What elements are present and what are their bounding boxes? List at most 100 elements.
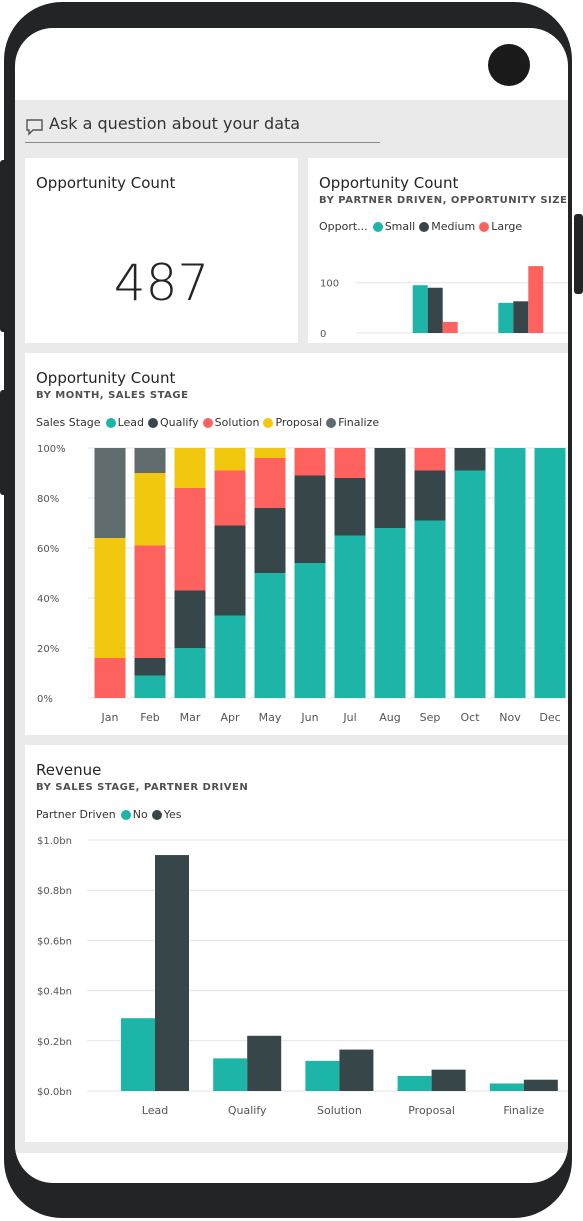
- x-tick-label: Nov: [499, 711, 521, 724]
- y-tick-label: $0.8bn: [37, 886, 72, 897]
- bar-qualify-mar: [174, 590, 206, 648]
- bar-medium-yes: [513, 301, 529, 333]
- partner-subtitle: BY PARTNER DRIVEN, OPPORTUNITY SIZE: [319, 195, 568, 206]
- legend-item-small[interactable]: Small: [372, 220, 415, 233]
- bar-lead-dec: [534, 448, 566, 698]
- bar-proposal-jan: [94, 538, 126, 658]
- dashboard-canvas: Ask a question about your data Opportuni…: [15, 100, 568, 1153]
- partner-chart: 0 100 No Yes: [320, 266, 568, 343]
- bar-qualify-sep: [414, 470, 446, 521]
- bar-proposal-feb: [134, 473, 166, 546]
- month-title: Opportunity Count: [36, 369, 176, 387]
- revenue-legend-title: Partner Driven: [36, 808, 116, 821]
- bar-solution-jun: [294, 448, 326, 476]
- bar-qualify-may: [254, 508, 286, 573]
- x-tick-label: Oct: [460, 711, 480, 724]
- x-tick-label: Jan: [101, 711, 119, 724]
- x-tick-label: Lead: [142, 1104, 168, 1117]
- bar-yes-proposal: [431, 1069, 466, 1091]
- x-tick-label: Jul: [342, 711, 356, 724]
- legend-item-proposal[interactable]: Proposal: [263, 416, 322, 429]
- partner-tile[interactable]: Opportunity Count BY PARTNER DRIVEN, OPP…: [308, 158, 568, 343]
- x-tick-label: Apr: [220, 711, 240, 724]
- camera-icon: [488, 44, 530, 86]
- x-tick-label: Qualify: [228, 1104, 267, 1117]
- legend-item-finalize[interactable]: Finalize: [326, 416, 379, 429]
- bar-solution-may: [254, 458, 286, 508]
- revenue-tile[interactable]: Revenue BY SALES STAGE, PARTNER DRIVEN P…: [25, 745, 568, 1142]
- bar-large-no: [442, 321, 458, 333]
- kpi-tile[interactable]: Opportunity Count 487: [25, 158, 298, 343]
- volume-down-button: [0, 390, 8, 495]
- bar-qualify-jul: [334, 478, 366, 536]
- x-tick-label: May: [259, 711, 282, 724]
- bar-solution-sep: [414, 448, 446, 471]
- bar-lead-apr: [214, 615, 246, 698]
- x-tick-label: Dec: [539, 711, 560, 724]
- bar-qualify-feb: [134, 658, 166, 676]
- y-tick-label: $0.0bn: [37, 1087, 72, 1098]
- bar-lead-mar: [174, 648, 206, 698]
- power-button: [574, 214, 583, 294]
- x-tick-label: No: [428, 341, 443, 343]
- bar-no-qualify: [213, 1058, 248, 1091]
- month-tile[interactable]: Opportunity Count BY MONTH, SALES STAGE …: [25, 353, 568, 735]
- bar-solution-apr: [214, 470, 246, 526]
- revenue-chart: $0.0bn $0.2bn $0.4bn $0.6bn $0.8bn $1.0bn Lead…: [37, 836, 568, 1117]
- x-tick-label: Sep: [420, 711, 441, 724]
- x-tick-label: Proposal: [408, 1104, 455, 1117]
- bar-medium-no: [427, 287, 443, 333]
- partner-legend-title: Opport...: [319, 220, 368, 233]
- chat-bubble-icon: [26, 119, 43, 136]
- legend-item-medium[interactable]: Medium: [419, 220, 475, 233]
- y-tick-label: 60%: [37, 544, 59, 555]
- x-tick-label: Solution: [317, 1104, 362, 1117]
- bar-yes-lead: [155, 855, 189, 1091]
- revenue-title: Revenue: [36, 761, 102, 779]
- legend-item-yes[interactable]: Yes: [151, 808, 182, 821]
- bar-solution-mar: [174, 488, 206, 591]
- bar-proposal-apr: [214, 448, 246, 471]
- bar-lead-feb: [134, 675, 166, 698]
- volume-up-button: [0, 160, 8, 332]
- x-tick-label: Aug: [379, 711, 400, 724]
- bar-no-solution: [305, 1060, 340, 1091]
- legend-item-large[interactable]: Large: [479, 220, 522, 233]
- y-tick-label: 100%: [37, 444, 66, 455]
- legend-item-lead[interactable]: Lead: [105, 416, 144, 429]
- legend-item-no[interactable]: No: [120, 808, 148, 821]
- month-legend-title: Sales Stage: [36, 416, 101, 429]
- bar-qualify-aug: [374, 448, 406, 528]
- partner-legend: Opport... Small Medium Large: [319, 220, 526, 233]
- bar-yes-finalize: [523, 1079, 558, 1091]
- legend-item-solution[interactable]: Solution: [202, 416, 259, 429]
- bar-large-yes: [528, 266, 544, 333]
- bar-lead-nov: [494, 448, 526, 698]
- bar-qualify-oct: [454, 448, 486, 471]
- kpi-title: Opportunity Count: [36, 174, 176, 192]
- legend-item-qualify[interactable]: Qualify: [148, 416, 199, 429]
- qa-search-bar[interactable]: Ask a question about your data: [25, 112, 380, 143]
- x-tick-label: Mar: [180, 711, 201, 724]
- y-tick-label: 20%: [37, 644, 59, 655]
- phone-screen: Ask a question about your data Opportuni…: [15, 28, 568, 1183]
- bar-qualify-jun: [294, 475, 326, 563]
- bar-lead-sep: [414, 520, 446, 698]
- bar-small-yes: [498, 302, 514, 333]
- y-tick-label: 80%: [37, 494, 59, 505]
- bar-solution-jul: [334, 448, 366, 478]
- y-tick-label: $0.4bn: [37, 987, 72, 998]
- x-tick-label: Jun: [300, 711, 318, 724]
- bar-proposal-may: [254, 448, 286, 458]
- bar-no-proposal: [397, 1075, 432, 1091]
- bar-solution-jan: [94, 658, 126, 698]
- y-tick-label: 100: [320, 279, 339, 290]
- bar-no-finalize: [489, 1083, 524, 1091]
- revenue-subtitle: BY SALES STAGE, PARTNER DRIVEN: [36, 782, 249, 793]
- y-tick-label: 0: [320, 329, 326, 340]
- qa-placeholder: Ask a question about your data: [49, 114, 301, 133]
- bar-no-lead: [121, 1018, 155, 1091]
- bar-solution-feb: [134, 545, 166, 658]
- bar-lead-jun: [294, 563, 326, 698]
- bar-proposal-mar: [174, 448, 206, 488]
